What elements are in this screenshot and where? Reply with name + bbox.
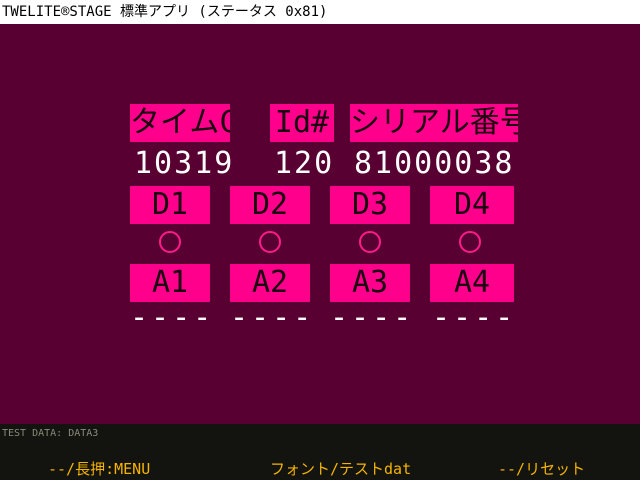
analog-value-a1: ---- xyxy=(130,300,215,335)
serial-header: シリアル番号 xyxy=(350,104,518,142)
digital-state-d1-icon xyxy=(159,231,181,253)
analog-label-a2: A2 xyxy=(230,264,310,302)
test-data-label: TEST DATA: DATA3 xyxy=(2,428,99,439)
font-testdat-button[interactable]: フォント/テストdat xyxy=(270,458,411,479)
serial-value: 81000038 xyxy=(354,146,515,181)
reset-button[interactable]: --/リセット xyxy=(498,458,585,479)
analog-label-a3: A3 xyxy=(330,264,410,302)
digital-state-d4-icon xyxy=(459,231,481,253)
analog-label-a1: A1 xyxy=(130,264,210,302)
menu-button[interactable]: --/長押:MENU xyxy=(48,458,150,479)
analog-value-a3: ---- xyxy=(330,300,415,335)
window-title: TWELITE®STAGE 標準アプリ (ステータス 0x81) xyxy=(0,0,640,24)
id-value: 120 xyxy=(274,146,335,181)
analog-label-a4: A4 xyxy=(430,264,514,302)
digital-label-d1: D1 xyxy=(130,186,210,224)
analog-value-a2: ---- xyxy=(230,300,315,335)
timect-value: 10319 xyxy=(134,146,235,181)
digital-label-d3: D3 xyxy=(330,186,410,224)
digital-state-d3-icon xyxy=(359,231,381,253)
digital-state-d2-icon xyxy=(259,231,281,253)
id-header: Id# xyxy=(270,104,334,142)
analog-value-a4: ---- xyxy=(432,300,517,335)
digital-label-d2: D2 xyxy=(230,186,310,224)
digital-label-d4: D4 xyxy=(430,186,514,224)
timect-header: タイムCT xyxy=(130,104,230,142)
